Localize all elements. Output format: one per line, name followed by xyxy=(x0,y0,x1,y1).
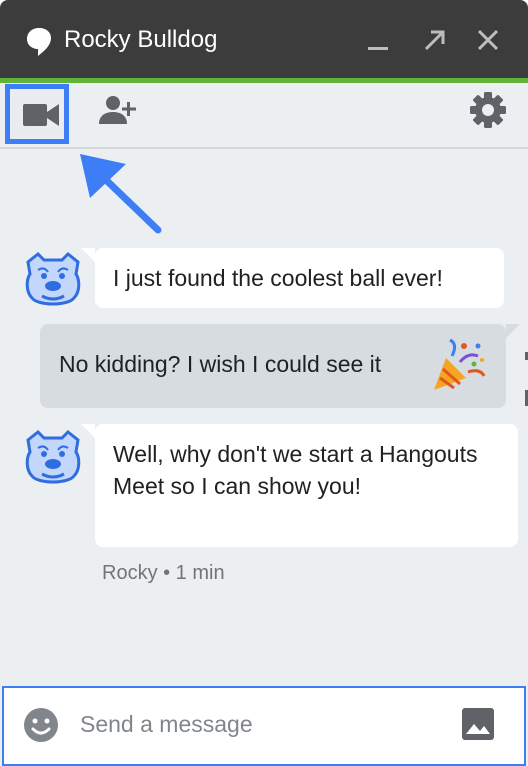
video-camera-icon xyxy=(23,104,59,126)
smiley-icon[interactable] xyxy=(22,706,60,744)
hangouts-bubble-icon xyxy=(27,28,51,56)
image-icon[interactable] xyxy=(460,706,496,742)
window-title: Rocky Bulldog xyxy=(64,26,218,53)
message-bubble-incoming: Well, why don't we start a Hangouts Meet… xyxy=(81,424,518,547)
message-text: I just found the coolest ball ever! xyxy=(113,265,443,291)
title-bar[interactable]: Rocky Bulldog xyxy=(0,0,528,78)
message-meta: Rocky • 1 min xyxy=(102,562,225,584)
bulldog-avatar xyxy=(25,429,81,484)
pointer-arrow-annotation xyxy=(80,154,162,234)
close-icon[interactable] xyxy=(472,24,504,56)
chat-window: Rocky Bulldog I just found the coolest b… xyxy=(0,0,528,766)
chat-toolbar xyxy=(0,83,528,149)
video-call-button[interactable] xyxy=(5,84,69,144)
message-input[interactable] xyxy=(80,706,440,742)
popout-icon[interactable] xyxy=(418,24,450,56)
message-text: No kidding? I wish I could see it xyxy=(59,351,382,377)
read-receipt-fragment xyxy=(525,352,528,406)
message-bubble-incoming: I just found the coolest ball ever! xyxy=(81,248,504,308)
gear-icon[interactable] xyxy=(469,91,507,129)
bulldog-avatar xyxy=(25,251,81,306)
party-popper-emoji xyxy=(434,338,486,390)
minimize-icon[interactable] xyxy=(362,24,394,56)
add-person-icon[interactable] xyxy=(96,94,138,126)
message-text: Well, why don't we start a Hangouts Meet… xyxy=(113,441,478,499)
